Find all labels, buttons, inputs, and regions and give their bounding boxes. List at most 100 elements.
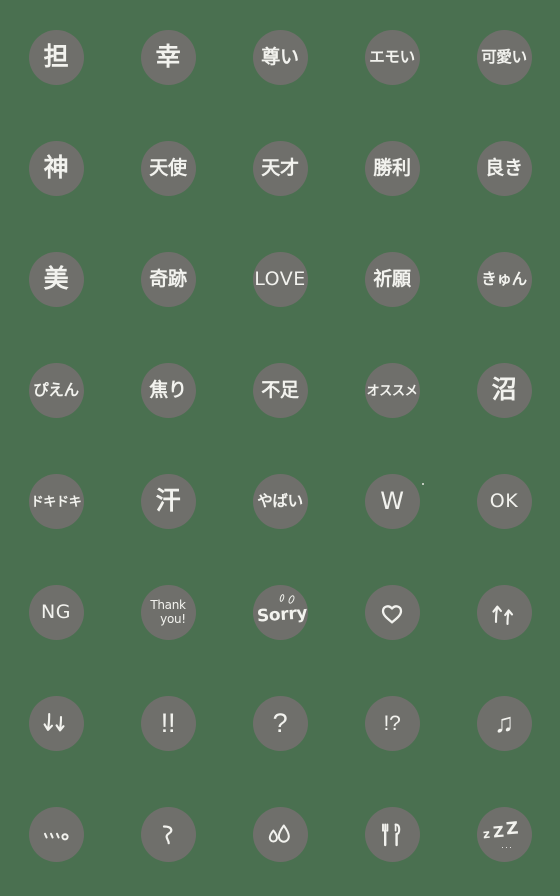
emoji-cell-tan[interactable]: 担 [0, 2, 112, 113]
emoji-cell-yoki[interactable]: 良き [448, 113, 560, 224]
speech-bubble[interactable]: エモい [364, 30, 420, 85]
emoji-cell-kami[interactable]: 神 [0, 113, 112, 224]
emoji-cell-exclaim-2[interactable]: !! [112, 668, 224, 779]
speech-bubble[interactable] [364, 585, 420, 640]
emoji-cell-emoi[interactable]: エモい [336, 2, 448, 113]
speech-bubble[interactable]: LOVE [252, 252, 308, 307]
speech-bubble[interactable]: 汗 [140, 474, 196, 529]
speech-bubble[interactable]: 天才 [252, 141, 308, 196]
speech-bubble[interactable] [364, 807, 420, 862]
speech-bubble[interactable]: Sorry [252, 585, 308, 640]
pien-label: ぴえん [33, 381, 79, 399]
speech-bubble[interactable]: オススメ [364, 363, 420, 418]
thank-you-label: Thank you! [150, 598, 186, 626]
emoji-cell-fork-knife[interactable] [336, 779, 448, 890]
emoji-cell-numa[interactable]: 沼 [448, 335, 560, 446]
fusoku-label: 不足 [261, 379, 299, 401]
speech-bubble[interactable] [28, 807, 84, 862]
tan-label: 担 [43, 42, 69, 71]
yoki-label: 良き [485, 157, 523, 179]
sorry-graphic: Sorry [256, 593, 308, 633]
emoji-cell-tensai[interactable]: 天才 [224, 113, 336, 224]
emoji-cell-heart[interactable] [336, 557, 448, 668]
speech-bubble[interactable]: ドキドキ [28, 474, 84, 529]
emoji-cell-interrobang[interactable]: !? [336, 668, 448, 779]
speech-bubble[interactable]: 勝利 [364, 141, 420, 196]
arrows-up-icon [481, 590, 527, 636]
emoji-cell-pien[interactable]: ぴえん [0, 335, 112, 446]
emoji-cell-ng[interactable]: NG [0, 557, 112, 668]
question-label: ? [272, 707, 288, 738]
speech-bubble[interactable] [140, 807, 196, 862]
speech-bubble[interactable]: 幸 [140, 30, 196, 85]
emoji-cell-arrows-down[interactable] [0, 668, 112, 779]
emoji-cell-sweat-drops[interactable] [224, 779, 336, 890]
emoji-cell-tenshi[interactable]: 天使 [112, 113, 224, 224]
emoji-cell-sorry[interactable]: Sorry [224, 557, 336, 668]
speech-bubble[interactable]: z Z Z ··· [476, 807, 532, 862]
speech-bubble[interactable]: 良き [476, 141, 532, 196]
emoji-cell-arrows-up[interactable] [448, 557, 560, 668]
kou-label: 幸 [155, 42, 181, 71]
emoji-cell-yabai[interactable]: やばい [224, 446, 336, 557]
speech-bubble[interactable]: 尊い [252, 30, 308, 85]
speech-bubble[interactable]: 神 [28, 141, 84, 196]
speech-bubble[interactable]: 担 [28, 30, 84, 85]
speech-bubble[interactable]: 奇跡 [140, 252, 196, 307]
speech-bubble[interactable]: ? [252, 696, 308, 751]
speech-bubble[interactable]: Thank you! [140, 585, 196, 640]
kigan-label: 祈願 [373, 268, 411, 290]
speech-bubble[interactable]: OK [476, 474, 532, 529]
tenshi-label: 天使 [149, 157, 187, 179]
speech-bubble[interactable] [28, 696, 84, 751]
emoji-cell-bi[interactable]: 美 [0, 224, 112, 335]
shouri-label: 勝利 [373, 157, 411, 179]
arrows-down-icon [33, 701, 79, 747]
speech-bubble[interactable] [252, 807, 308, 862]
emoji-cell-kawaii[interactable]: 可愛い [448, 2, 560, 113]
speech-bubble[interactable]: 天使 [140, 141, 196, 196]
speech-bubble[interactable] [476, 585, 532, 640]
speech-bubble[interactable]: ♫ [476, 696, 532, 751]
speech-bubble[interactable]: !! [140, 696, 196, 751]
aseri-label: 焦り [149, 379, 187, 401]
emoji-cell-fusoku[interactable]: 不足 [224, 335, 336, 446]
fork-knife-icon [369, 812, 415, 858]
speech-bubble[interactable]: !? [364, 696, 420, 751]
emoji-cell-kou[interactable]: 幸 [112, 2, 224, 113]
emoji-cell-question[interactable]: ? [224, 668, 336, 779]
speech-bubble[interactable]: 不足 [252, 363, 308, 418]
emoji-cell-ase[interactable]: 汗 [112, 446, 224, 557]
speech-bubble[interactable]: 可愛い [476, 30, 532, 85]
emoji-cell-shouri[interactable]: 勝利 [336, 113, 448, 224]
emoji-cell-music-note[interactable]: ♫ [448, 668, 560, 779]
emoji-cell-osusume[interactable]: オススメ [336, 335, 448, 446]
emoji-cell-thank-you[interactable]: Thank you! [112, 557, 224, 668]
speech-bubble[interactable]: 祈願 [364, 252, 420, 307]
emoji-cell-dokidoki[interactable]: ドキドキ [0, 446, 112, 557]
emoji-cell-kiseki[interactable]: 奇跡 [112, 224, 224, 335]
emoji-cell-ellipsis[interactable] [0, 779, 112, 890]
emoji-cell-love[interactable]: LOVE [224, 224, 336, 335]
speech-bubble[interactable]: やばい [252, 474, 308, 529]
emoji-sticker-sheet: 担 幸 尊い エモい 可愛い神 天使 天才 勝利 良き美 奇跡 LOVE 祈願 きゅんぴえん 焦り 不足 オス… [0, 0, 560, 896]
ase-label: 汗 [155, 486, 181, 515]
speech-bubble[interactable]: 美 [28, 252, 84, 307]
emoji-cell-aseri[interactable]: 焦り [112, 335, 224, 446]
kawaii-label: 可愛い [481, 48, 527, 66]
bi-label: 美 [43, 264, 69, 293]
speech-bubble[interactable]: ぴえん [28, 363, 84, 418]
toutoi-label: 尊い [261, 46, 299, 68]
emoji-cell-kigan[interactable]: 祈願 [336, 224, 448, 335]
speech-bubble[interactable]: 焦り [140, 363, 196, 418]
emoji-cell-ok[interactable]: OK [448, 446, 560, 557]
speech-bubble[interactable]: NG [28, 585, 84, 640]
speech-bubble[interactable]: W [364, 474, 424, 529]
emoji-cell-wave-dash[interactable] [112, 779, 224, 890]
speech-bubble[interactable]: きゅん [476, 252, 532, 307]
emoji-cell-kyun[interactable]: きゅん [448, 224, 560, 335]
emoji-cell-warai-w[interactable]: W [336, 446, 448, 557]
speech-bubble[interactable]: 沼 [476, 363, 532, 418]
emoji-cell-zzz[interactable]: z Z Z ··· [448, 779, 560, 890]
emoji-cell-toutoi[interactable]: 尊い [224, 2, 336, 113]
